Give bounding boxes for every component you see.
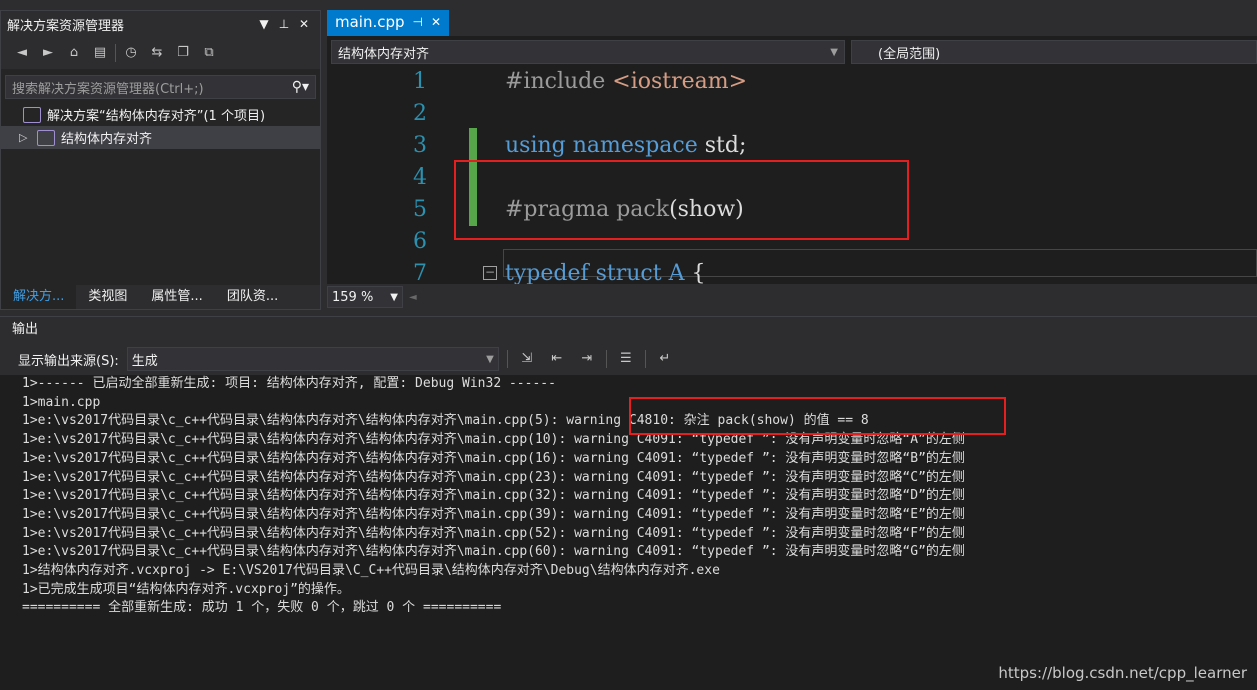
zoom-dropdown[interactable]: 159 % ▼ bbox=[327, 286, 403, 308]
toolbar-separator bbox=[605, 350, 607, 368]
search-icon[interactable]: ⚲▾ bbox=[292, 79, 309, 95]
output-source-dropdown[interactable]: 生成 ▼ bbox=[126, 347, 499, 371]
back-icon[interactable]: ◄ bbox=[11, 42, 33, 64]
forward-icon[interactable]: ► bbox=[37, 42, 59, 64]
tab-property-manager[interactable]: 属性管... bbox=[139, 285, 214, 309]
chevron-down-icon: ▼ bbox=[830, 46, 838, 58]
solution-search-placeholder: 搜索解决方案资源管理器(Ctrl+;) bbox=[12, 81, 204, 97]
output-toolbar: 显示输出来源(S): 生成 ▼ ⇲ ⇤ ⇥ ☰ ↵ bbox=[0, 343, 1257, 375]
tree-item-label: 结构体内存对齐 bbox=[61, 132, 153, 147]
chevron-down-icon: ▼ bbox=[486, 353, 494, 365]
show-all-files-icon[interactable]: ⧉ bbox=[198, 42, 220, 64]
output-panel: 输出 显示输出来源(S): 生成 ▼ ⇲ ⇤ ⇥ ☰ ↵ 1>------ 已启… bbox=[0, 316, 1257, 690]
output-line: 1>e:\vs2017代码目录\c_c++代码目录\结构体内存对齐\结构体内存对… bbox=[22, 469, 965, 485]
tab-main-cpp[interactable]: main.cpp ⊣ ✕ bbox=[327, 10, 450, 36]
tab-team-explorer[interactable]: 团队资... bbox=[215, 285, 290, 309]
home-icon[interactable]: ⌂ bbox=[63, 42, 85, 64]
tree-item-label: 解决方案“结构体内存对齐”(1 个项目) bbox=[47, 109, 266, 124]
close-icon[interactable]: ✕ bbox=[294, 17, 314, 31]
solution-explorer-panel: 解决方案资源管理器 ▼ ⊥ ✕ ◄ ► ⌂ ▤ ◷ ⇆ ❐ ⧉ 搜索解决方案资源… bbox=[0, 10, 321, 310]
line-number: 3 bbox=[413, 133, 427, 158]
output-line: 1>已完成生成项目“结构体内存对齐.vcxproj”的操作。 bbox=[22, 581, 350, 597]
line-number: 1 bbox=[413, 69, 427, 94]
tab-solution-explorer[interactable]: 解决方... bbox=[1, 285, 77, 309]
tree-item-solution[interactable]: 解决方案“结构体内存对齐”(1 个项目) bbox=[1, 103, 320, 126]
code-line[interactable]: 3 using namespace std; bbox=[327, 130, 1257, 162]
output-line: 1>e:\vs2017代码目录\c_c++代码目录\结构体内存对齐\结构体内存对… bbox=[22, 488, 965, 504]
highlight-box-pragma bbox=[454, 160, 909, 240]
output-source-value: 生成 bbox=[131, 353, 158, 369]
pin-icon[interactable]: ⊥ bbox=[274, 17, 294, 31]
code-text: using namespace std; bbox=[505, 133, 747, 158]
solution-tree: 解决方案“结构体内存对齐”(1 个项目) ▷ 结构体内存对齐 bbox=[1, 103, 320, 149]
expand-arrow-icon[interactable]: ▷ bbox=[19, 131, 31, 144]
project-icon bbox=[37, 129, 55, 146]
scroll-left-icon[interactable]: ◄ bbox=[409, 292, 417, 303]
output-line: 1>e:\vs2017代码目录\c_c++代码目录\结构体内存对齐\结构体内存对… bbox=[22, 525, 965, 541]
previous-message-icon[interactable]: ⇤ bbox=[546, 348, 568, 370]
solution-search-box[interactable]: 搜索解决方案资源管理器(Ctrl+;) ⚲▾ bbox=[5, 75, 316, 99]
toolbar-separator bbox=[115, 44, 116, 62]
collapse-icon[interactable]: − bbox=[483, 266, 497, 280]
output-line: 1>e:\vs2017代码目录\c_c++代码目录\结构体内存对齐\结构体内存对… bbox=[22, 544, 965, 560]
solution-explorer-toolbar: ◄ ► ⌂ ▤ ◷ ⇆ ❐ ⧉ bbox=[1, 37, 320, 69]
output-line: ========== 全部重新生成: 成功 1 个，失败 0 个，跳过 0 个 … bbox=[22, 600, 502, 616]
window-dropdown-icon[interactable]: ▼ bbox=[254, 17, 274, 31]
solution-explorer-titlebar: 解决方案资源管理器 ▼ ⊥ ✕ bbox=[1, 11, 320, 37]
output-line: 1>e:\vs2017代码目录\c_c++代码目录\结构体内存对齐\结构体内存对… bbox=[22, 450, 965, 466]
line-number: 5 bbox=[413, 197, 427, 222]
code-line[interactable]: 7 − typedef struct A { bbox=[327, 258, 1257, 284]
output-line: 1>e:\vs2017代码目录\c_c++代码目录\结构体内存对齐\结构体内存对… bbox=[22, 506, 965, 522]
line-number: 7 bbox=[413, 261, 427, 284]
line-number: 6 bbox=[413, 229, 427, 254]
code-line[interactable]: 2 bbox=[327, 98, 1257, 130]
code-text: typedef struct A { bbox=[505, 261, 706, 284]
output-source-label: 显示输出来源(S): bbox=[18, 353, 119, 369]
navigation-bar: 结构体内存对齐 ▼ (全局范围) bbox=[327, 40, 1257, 64]
chevron-down-icon: ▼ bbox=[390, 291, 398, 303]
tree-item-project[interactable]: ▷ 结构体内存对齐 bbox=[1, 126, 320, 149]
project-scope-value: 结构体内存对齐 bbox=[338, 46, 430, 62]
pin-icon[interactable]: ⊣ bbox=[413, 15, 423, 29]
find-message-icon[interactable]: ⇲ bbox=[516, 348, 538, 370]
solution-icon bbox=[23, 106, 41, 123]
collapse-all-icon[interactable]: ❐ bbox=[172, 42, 194, 64]
project-scope-dropdown[interactable]: 结构体内存对齐 ▼ bbox=[331, 40, 845, 64]
tab-class-view[interactable]: 类视图 bbox=[76, 285, 139, 309]
pending-changes-icon[interactable]: ◷ bbox=[120, 42, 142, 64]
editor-statusbar: 159 % ▼ ◄ bbox=[327, 284, 1257, 310]
code-text: #include <iostream> bbox=[505, 69, 748, 94]
zoom-value: 159 % bbox=[332, 289, 374, 305]
code-line[interactable]: 1 #include <iostream> bbox=[327, 66, 1257, 98]
solution-explorer-tabs: 解决方... 类视图 属性管... 团队资... bbox=[1, 285, 320, 309]
document-tabbar: main.cpp ⊣ ✕ bbox=[327, 10, 1257, 36]
highlight-box-warning bbox=[629, 397, 1006, 435]
switch-views-icon[interactable]: ▤ bbox=[89, 42, 111, 64]
global-scope-value: (全局范围) bbox=[878, 46, 941, 62]
watermark: https://blog.csdn.net/cpp_learner bbox=[998, 664, 1247, 682]
code-editor: main.cpp ⊣ ✕ 结构体内存对齐 ▼ (全局范围) 1 #include … bbox=[327, 10, 1257, 310]
line-number: 2 bbox=[413, 101, 427, 126]
toolbar-separator bbox=[644, 350, 646, 368]
next-message-icon[interactable]: ⇥ bbox=[576, 348, 598, 370]
global-scope-dropdown[interactable]: (全局范围) bbox=[851, 40, 1257, 64]
output-title: 输出 bbox=[0, 317, 1257, 343]
output-line: 1>------ 已启动全部重新生成: 项目: 结构体内存对齐, 配置: Deb… bbox=[22, 376, 556, 391]
sync-icon[interactable]: ⇆ bbox=[146, 42, 168, 64]
solution-explorer-title: 解决方案资源管理器 bbox=[7, 18, 125, 34]
clear-all-icon[interactable]: ☰ bbox=[615, 348, 637, 370]
toolbar-separator bbox=[506, 350, 508, 368]
word-wrap-icon[interactable]: ↵ bbox=[654, 348, 676, 370]
tab-label: main.cpp bbox=[335, 13, 405, 31]
line-number: 4 bbox=[413, 165, 427, 190]
close-icon[interactable]: ✕ bbox=[431, 15, 441, 29]
output-line: 1>结构体内存对齐.vcxproj -> E:\VS2017代码目录\C_C++… bbox=[22, 563, 720, 579]
